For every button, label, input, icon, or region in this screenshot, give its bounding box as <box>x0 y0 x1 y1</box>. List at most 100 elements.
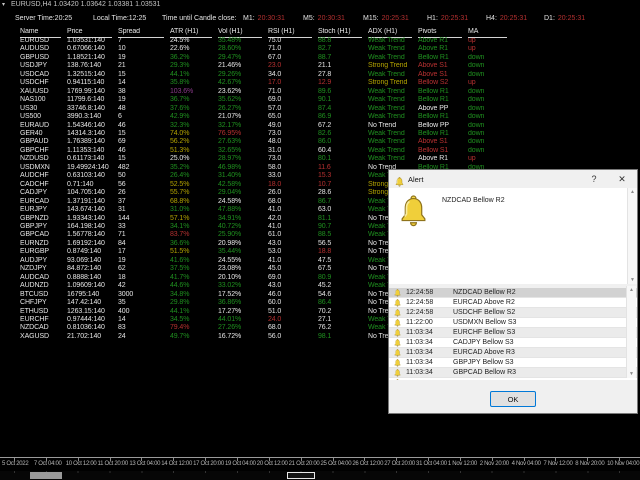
dialog-titlebar[interactable]: Alert ? ✕ <box>389 170 637 188</box>
message-scrollbar[interactable]: ▲ ▼ <box>627 188 637 284</box>
time-axis-label: 5 Oct 2022 <box>2 461 28 467</box>
scroll-down-icon[interactable]: ▼ <box>627 371 636 377</box>
table-row-gbpchf[interactable]: GBPCHF1.11353:1404651.3%32.65%31.060.4We… <box>20 147 513 155</box>
axis-tick <box>173 458 174 461</box>
cell-price: 1.09609:140 <box>67 282 118 290</box>
scroll-down-icon[interactable]: ▼ <box>628 277 637 283</box>
table-row-usdjpy[interactable]: USDJPY138.76:1402129.3%21.46%23.021.1Str… <box>20 62 513 70</box>
alert-text: CADJPY Bellow S3 <box>453 338 514 348</box>
cell-spread: 69 <box>118 138 170 146</box>
list-scrollbar[interactable]: ▲ ▼ <box>626 286 636 378</box>
time-axis-label: 10 Oct 12:00 <box>66 461 97 467</box>
cell-ma: down <box>468 138 513 146</box>
chart-position-marker[interactable] <box>287 472 315 479</box>
cell-stoch: 27.8 <box>318 71 368 79</box>
table-row-us30[interactable]: US3033746.8:1404837.6%26.27%57.087.4Weak… <box>20 105 513 113</box>
cell-price: 1.56778:140 <box>67 231 118 239</box>
dropdown-arrow-icon[interactable]: ▾ <box>2 0 5 10</box>
table-row-usdcad[interactable]: USDCAD1.32515:1401544.1%29.26%34.027.8We… <box>20 71 513 79</box>
scroll-up-icon[interactable]: ▲ <box>628 189 637 195</box>
cell-vol: 23.08% <box>218 265 268 273</box>
cell-pivots: Bellow PP <box>418 122 468 130</box>
cell-pivots: Bellow S2 <box>418 79 468 87</box>
cell-ma: up <box>468 37 513 45</box>
cell-adx: Weak Trend <box>368 37 418 45</box>
axis-tick <box>14 458 15 461</box>
cell-name: USDMXN <box>20 164 67 172</box>
cell-atr: 37.6% <box>170 105 218 113</box>
table-row-ger40[interactable]: GER4014314.3:1401574.0%76.95%73.082.6Wea… <box>20 130 513 138</box>
axis-tick <box>587 458 588 461</box>
alert-list-item[interactable]: 11:03:34EURCHF Bellow S3 <box>389 328 637 338</box>
cell-atr: 22.6% <box>170 45 218 53</box>
alert-list-item[interactable]: 11:22:00USDMXN Bellow S3 <box>389 318 637 328</box>
alert-list-item[interactable]: 11:03:34GBPCAD Bellow R3 <box>389 368 637 378</box>
table-row-audusd[interactable]: AUDUSD0.67066:1401022.6%28.60%71.082.7We… <box>20 45 513 53</box>
cell-stoch: 15.3 <box>318 172 368 180</box>
time-axis-label: 21 Oct 20:00 <box>289 461 320 467</box>
table-row-xauusd[interactable]: XAUUSD1769.99:14038103.6%23.62%71.089.6W… <box>20 88 513 96</box>
cell-atr: 26.4% <box>170 172 218 180</box>
cell-atr: 68.8% <box>170 198 218 206</box>
cell-vol: 76.95% <box>218 130 268 138</box>
table-row-nas100[interactable]: NAS10011799.6:1401936.7%35.62%69.090.1We… <box>20 96 513 104</box>
cell-name: EURJPY <box>20 206 67 214</box>
table-row-us500[interactable]: US5003990.3:140642.9%21.07%65.086.9Weak … <box>20 113 513 121</box>
time-axis-label: 27 Oct 20:00 <box>384 461 415 467</box>
countdown-m15: M15:20:25:31 <box>363 14 409 23</box>
table-row-eurusd[interactable]: EURUSD1.03531:140724.5%35.48%75.088.8Wea… <box>20 37 513 45</box>
cell-name: ETHUSD <box>20 308 67 316</box>
cell-name: EURCHF <box>20 316 67 324</box>
cell-ma: up <box>468 79 513 87</box>
cell-ma: down <box>468 96 513 104</box>
ok-button[interactable]: OK <box>490 391 536 407</box>
cell-name: BTCUSD <box>20 291 67 299</box>
axis-tick <box>78 458 79 461</box>
cell-ma: down <box>468 105 513 113</box>
alert-list-item[interactable]: 12:24:58EURCAD Above R2 <box>389 298 637 308</box>
axis-tick <box>333 458 334 461</box>
alert-list-item[interactable]: 12:24:58USDCHF Bellow S2 <box>389 308 637 318</box>
cell-price: 0.97444:140 <box>67 316 118 324</box>
cell-name: EURNZD <box>20 240 67 248</box>
scrollbar-thumb[interactable] <box>30 472 62 479</box>
table-row-nzdusd[interactable]: NZDUSD0.61173:1401525.0%28.97%73.080.1We… <box>20 155 513 163</box>
table-row-gbpaud[interactable]: GBPAUD1.76389:1406956.2%27.63%48.086.0We… <box>20 138 513 146</box>
cell-atr: 103.6% <box>170 88 218 96</box>
table-row-euraud[interactable]: EURAUD1.54346:1404632.3%32.17%49.067.2No… <box>20 122 513 130</box>
cell-vol: 28.97% <box>218 155 268 163</box>
help-button[interactable]: ? <box>587 174 601 184</box>
cell-stoch: 90.7 <box>318 223 368 231</box>
close-icon[interactable]: ✕ <box>615 174 629 185</box>
cell-spread: 14 <box>118 79 170 87</box>
alert-list-item[interactable]: 12:24:58NZDCAD Bellow R2 <box>389 288 637 298</box>
cell-pivots: Bellow S1 <box>418 147 468 155</box>
scroll-up-icon[interactable]: ▲ <box>627 287 636 293</box>
cell-pivots: Bellow R1 <box>418 130 468 138</box>
cell-name: USDCHF <box>20 79 67 87</box>
cell-atr: 44.6% <box>170 282 218 290</box>
table-row-gbpusd[interactable]: GBPUSD1.18521:1401936.2%29.47%67.088.7We… <box>20 54 513 62</box>
alert-list-item[interactable]: 11:03:34CADJPY Bellow S3 <box>389 338 637 348</box>
cell-adx: No Trend <box>368 122 418 130</box>
cell-price: 93.069:140 <box>67 257 118 265</box>
alert-list-item[interactable]: 11:03:34GBPJPY Bellow S3 <box>389 358 637 368</box>
cell-atr: 36.2% <box>170 54 218 62</box>
alert-list-item[interactable]: 11:03:34EURCAD Above R3 <box>389 348 637 358</box>
cell-rsi: 49.0 <box>268 122 318 130</box>
cell-price: 0.71:140 <box>67 181 118 189</box>
cell-price: 1.37191:140 <box>67 198 118 206</box>
cell-rsi: 56.0 <box>268 333 318 341</box>
cell-stoch: 10.7 <box>318 181 368 189</box>
cell-name: US500 <box>20 113 67 121</box>
cell-spread: 24 <box>118 333 170 341</box>
axis-tick <box>141 458 142 461</box>
table-row-usdchf[interactable]: USDCHF0.94115:1401435.8%42.67%17.012.9St… <box>20 79 513 87</box>
cell-rsi: 69.0 <box>268 96 318 104</box>
cell-spread: 14 <box>118 316 170 324</box>
cell-vol: 17.27% <box>218 308 268 316</box>
alert-time: 11:22:00 <box>406 318 433 328</box>
candle-close-label: Time until Candle close: <box>162 14 236 23</box>
cell-rsi: 61.0 <box>268 231 318 239</box>
cell-rsi: 71.0 <box>268 88 318 96</box>
